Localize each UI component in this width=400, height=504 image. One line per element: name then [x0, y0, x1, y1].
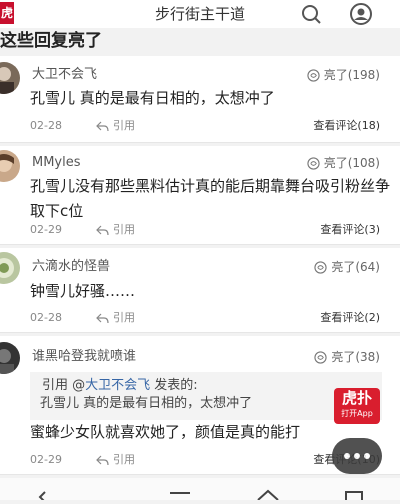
quote-reply-button[interactable]: 引用 — [96, 310, 135, 326]
reply-label: 引用 — [113, 311, 135, 324]
reply-arrow-icon — [96, 121, 109, 131]
view-comments-link[interactable]: 查看评论(3) — [320, 222, 380, 238]
section-title: 这些回复亮了 — [0, 31, 102, 51]
comment-date: 02-28 — [30, 311, 62, 324]
view-comments-link[interactable]: 查看评论(2) — [320, 310, 380, 326]
reply-arrow-icon — [96, 225, 109, 235]
comment-date: 02-28 — [30, 119, 62, 132]
comment-card: 大卫不会飞 亮了(198) 孔雪儿 真的是最有日相的，太想冲了 02-28 引用… — [0, 56, 400, 143]
user-profile-icon[interactable] — [346, 3, 376, 25]
avatar[interactable] — [0, 150, 20, 182]
like-count: 亮了(108) — [323, 156, 380, 170]
quote-header: 引用 @大卫不会飞 发表的: — [42, 378, 198, 394]
reply-label: 引用 — [113, 453, 135, 466]
like-count: 亮了(38) — [331, 350, 380, 364]
dot-icon — [364, 453, 370, 459]
back-icon[interactable] — [38, 491, 46, 503]
like-icon — [314, 260, 327, 274]
open-app-label: 打开App — [341, 409, 373, 418]
reply-arrow-icon — [96, 455, 109, 465]
like-icon — [307, 156, 320, 170]
recent-apps-icon[interactable] — [345, 491, 363, 504]
reply-arrow-icon — [96, 313, 109, 323]
comment-username[interactable]: 大卫不会飞 — [32, 67, 97, 83]
open-app-button[interactable]: 虎扑 打开App — [334, 388, 380, 424]
top-bar: 虎扑 步行街主干道 — [0, 0, 400, 28]
comment-content: 钟雪儿好骚…… — [30, 282, 136, 300]
bottom-navigation-bar — [0, 478, 400, 504]
avatar[interactable] — [0, 342, 20, 374]
quote-text: 孔雪儿 真的是最有日相的，太想冲了 — [40, 396, 253, 411]
like-button[interactable]: 亮了(198) — [307, 67, 380, 83]
like-button[interactable]: 亮了(38) — [314, 349, 380, 365]
reply-label: 引用 — [113, 223, 135, 236]
like-icon — [307, 68, 320, 82]
like-button[interactable]: 亮了(64) — [314, 259, 380, 275]
quote-prefix: 引用 @ — [42, 378, 86, 393]
quote-suffix: 发表的: — [150, 378, 198, 393]
quote-reply-button[interactable]: 引用 — [96, 222, 135, 238]
comment-username[interactable]: MMyles — [32, 155, 81, 171]
comment-username[interactable]: 谁黑哈登我就喷谁 — [32, 349, 136, 365]
like-count: 亮了(64) — [331, 260, 380, 274]
comment-content: 孔雪儿 真的是最有日相的，太想冲了 — [30, 89, 275, 107]
page-title: 步行街主干道 — [154, 5, 245, 23]
quote-reply-button[interactable]: 引用 — [96, 452, 135, 468]
home-icon[interactable] — [257, 489, 279, 501]
dot-icon — [344, 453, 350, 459]
like-icon — [314, 350, 327, 364]
comment-card: 六滴水的怪兽 亮了(64) 钟雪儿好骚…… 02-28 引用 查看评论(2) — [0, 248, 400, 333]
quoted-username-link[interactable]: 大卫不会飞 — [85, 378, 150, 393]
comment-date: 02-29 — [30, 223, 62, 236]
comment-card: MMyles 亮了(108) 孔雪儿没有那些黑料估计真的能后期靠舞台吸引粉丝争取… — [0, 146, 400, 245]
avatar[interactable] — [0, 252, 20, 284]
quote-reply-button[interactable]: 引用 — [96, 118, 135, 134]
comment-username[interactable]: 六滴水的怪兽 — [32, 259, 110, 275]
avatar[interactable] — [0, 62, 20, 94]
search-icon[interactable] — [300, 4, 322, 24]
view-comments-link[interactable]: 查看评论(18) — [313, 118, 380, 134]
app-badge-logo: 虎扑 — [341, 389, 372, 407]
like-button[interactable]: 亮了(108) — [307, 155, 380, 171]
comment-content: 孔雪儿没有那些黑料估计真的能后期靠舞台吸引粉丝争取下c位 — [30, 177, 391, 220]
comment-date: 02-29 — [30, 453, 62, 466]
like-count: 亮了(198) — [323, 68, 380, 82]
more-options-button[interactable] — [332, 438, 382, 474]
dot-icon — [354, 453, 360, 459]
quoted-comment[interactable]: 引用 @大卫不会飞 发表的: 孔雪儿 真的是最有日相的，太想冲了 — [30, 372, 382, 420]
reply-label: 引用 — [113, 119, 135, 132]
